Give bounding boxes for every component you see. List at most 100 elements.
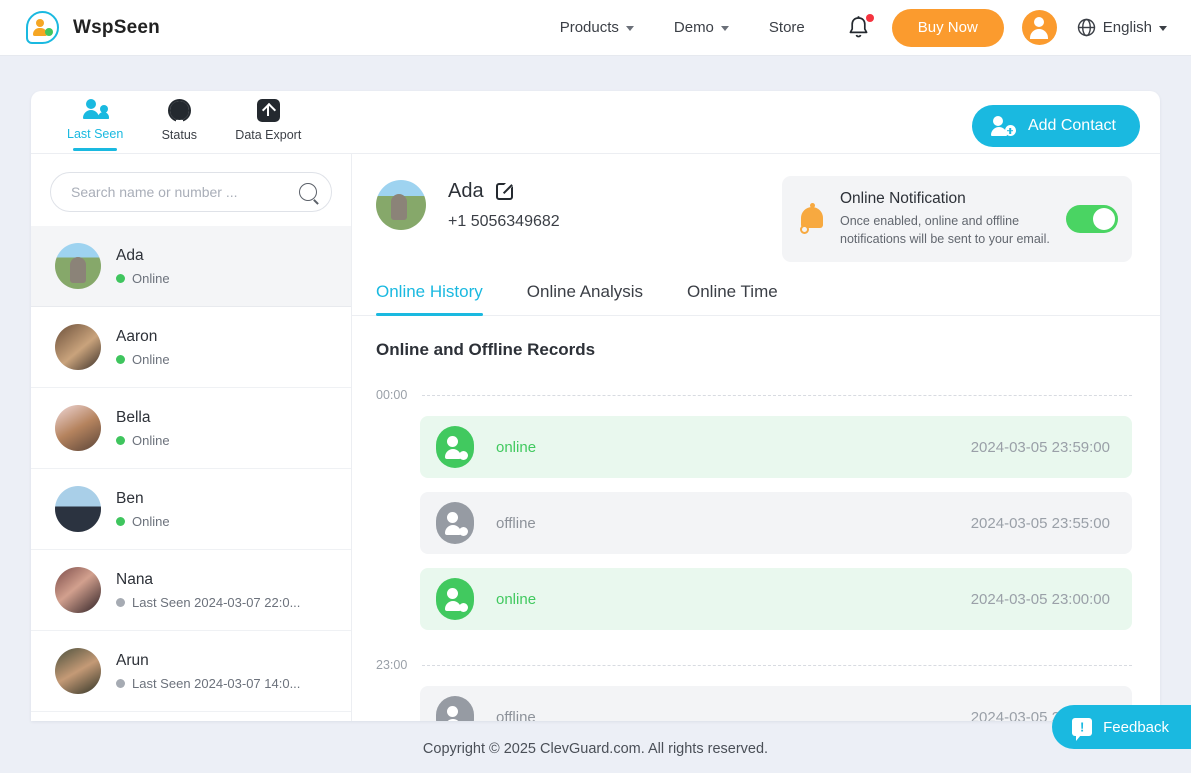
notification-toggle[interactable] — [1066, 205, 1118, 233]
edit-pencil-icon[interactable] — [495, 183, 513, 200]
record-row[interactable]: online 2024-03-05 23:59:00 — [420, 416, 1132, 478]
contact-status: Online — [116, 433, 331, 448]
status-dot-offline — [116, 678, 125, 688]
contact-status: Online — [116, 271, 331, 286]
last-seen-icon — [82, 99, 110, 121]
timeline-time-label: 00:00 — [376, 388, 408, 402]
record-row[interactable]: online 2024-03-05 23:00:00 — [420, 568, 1132, 630]
bell-icon — [798, 203, 826, 234]
record-state: online — [496, 590, 537, 608]
contact-status-text: Last Seen 2024-03-07 22:0... — [132, 594, 301, 610]
wspseen-logo-icon — [26, 11, 59, 44]
status-circle-icon — [167, 99, 191, 124]
add-contact-icon — [990, 116, 1016, 136]
offline-status-icon — [436, 502, 474, 544]
notification-bell-button[interactable] — [825, 14, 886, 40]
nav-item-store[interactable]: Store — [749, 0, 825, 56]
contact-status-text: Online — [132, 432, 170, 448]
online-notification-panel: Online Notification Once enabled, online… — [782, 176, 1132, 262]
avatar — [55, 648, 101, 694]
avatar — [55, 405, 101, 451]
nav-item-store-label: Store — [768, 19, 805, 36]
contact-name: Nana — [116, 570, 154, 588]
avatar — [55, 486, 101, 532]
record-timestamp: 2024-03-05 23:55:00 — [970, 514, 1110, 532]
record-row[interactable]: offline 2024-03-05 22:30:00 — [420, 686, 1132, 721]
globe-icon — [1077, 18, 1095, 37]
contacts-sidebar: Ada Online Aaron — [31, 154, 352, 721]
status-dot-online — [116, 354, 125, 364]
card-body: Ada Online Aaron — [31, 153, 1160, 721]
search-icon[interactable] — [299, 183, 317, 201]
contact-status-text: Last Seen 2024-03-07 14:0... — [132, 675, 301, 691]
language-selector[interactable]: English — [1077, 18, 1167, 37]
search-area — [31, 154, 351, 226]
timeline-marker: 00:00 — [376, 388, 1132, 402]
contact-detail-panel: Ada +1 5056349682 Online Notification On… — [352, 154, 1160, 721]
buy-now-button[interactable]: Buy Now — [891, 8, 1004, 47]
contact-meta: Ada +1 5056349682 — [448, 176, 560, 231]
search-input[interactable] — [71, 184, 299, 200]
contact-item-ada[interactable]: Ada Online — [31, 226, 351, 307]
feedback-button[interactable]: Feedback — [1052, 705, 1191, 749]
feedback-label: Feedback — [1103, 718, 1169, 736]
contact-item-bella[interactable]: Bella Online — [31, 388, 351, 469]
avatar — [55, 324, 101, 370]
avatar — [55, 567, 101, 613]
card-toolbar: Last Seen Status Data Export Add Contact — [31, 91, 1160, 153]
contact-item-ben[interactable]: Ben Online — [31, 469, 351, 550]
copyright-text: Copyright © 2025 ClevGuard.com. All righ… — [422, 741, 769, 757]
contact-name: Arun — [116, 651, 149, 669]
online-status-icon — [436, 578, 474, 620]
nav-item-demo-label: Demo — [673, 19, 714, 36]
tab-status[interactable]: Status — [151, 99, 207, 152]
main-nav: Products Demo Store Buy Now English — [540, 0, 1167, 56]
language-label: English — [1102, 19, 1152, 36]
offline-status-icon — [436, 696, 474, 721]
contact-status: Last Seen 2024-03-07 22:0... — [116, 595, 331, 610]
timeline-marker: 23:00 — [376, 658, 1132, 672]
detail-tabs: Online History Online Analysis Online Ti… — [352, 282, 1160, 316]
record-timestamp: 2024-03-05 23:00:00 — [970, 590, 1110, 608]
tab-online-history[interactable]: Online History — [376, 282, 505, 316]
contact-status-text: Online — [132, 513, 170, 529]
avatar — [55, 243, 101, 289]
nav-item-demo[interactable]: Demo — [654, 0, 749, 56]
brand-logo[interactable]: WspSeen — [26, 11, 160, 44]
timeline-dashed-line — [422, 394, 1132, 396]
notification-title: Online Notification — [840, 189, 966, 207]
contact-name: Aaron — [116, 327, 158, 345]
contact-item-nana[interactable]: Nana Last Seen 2024-03-07 22:0... — [31, 550, 351, 631]
brand-name: WspSeen — [73, 16, 160, 38]
timeline-time-label: 23:00 — [376, 658, 408, 672]
add-contact-button[interactable]: Add Contact — [971, 105, 1140, 147]
record-state: online — [496, 438, 537, 456]
notification-badge — [865, 14, 874, 22]
add-contact-label: Add Contact — [1027, 117, 1116, 134]
tab-online-time[interactable]: Online Time — [665, 282, 800, 315]
search-box[interactable] — [50, 172, 332, 212]
tab-online-analysis[interactable]: Online Analysis — [505, 282, 665, 315]
record-row[interactable]: offline 2024-03-05 23:55:00 — [420, 492, 1132, 554]
toggle-knob — [1093, 208, 1115, 230]
contact-name: Ben — [116, 489, 144, 507]
record-state: offline — [496, 514, 536, 532]
top-navigation-bar: WspSeen Products Demo Store Buy Now Engl… — [0, 0, 1191, 56]
chevron-down-icon — [1159, 26, 1167, 31]
main-stage: Last Seen Status Data Export Add Contact — [0, 56, 1191, 773]
chevron-down-icon — [625, 26, 634, 31]
contact-item-aaron[interactable]: Aaron Online — [31, 307, 351, 388]
timeline-dashed-line — [422, 664, 1132, 666]
status-dot-offline — [116, 597, 125, 607]
contact-status-text: Online — [132, 351, 170, 367]
tab-data-export[interactable]: Data Export — [235, 99, 301, 152]
contact-item-arun[interactable]: Arun Last Seen 2024-03-07 14:0... — [31, 631, 351, 712]
tab-last-seen[interactable]: Last Seen — [67, 99, 123, 151]
nav-item-products[interactable]: Products — [540, 0, 654, 56]
account-avatar-icon[interactable] — [1021, 10, 1057, 45]
online-status-icon — [436, 426, 474, 468]
tab-status-label: Status — [161, 128, 198, 142]
contacts-list: Ada Online Aaron Online Bella Online Ben… — [31, 226, 351, 721]
tab-data-export-label: Data Export — [235, 128, 302, 142]
contact-status: Online — [116, 514, 331, 529]
